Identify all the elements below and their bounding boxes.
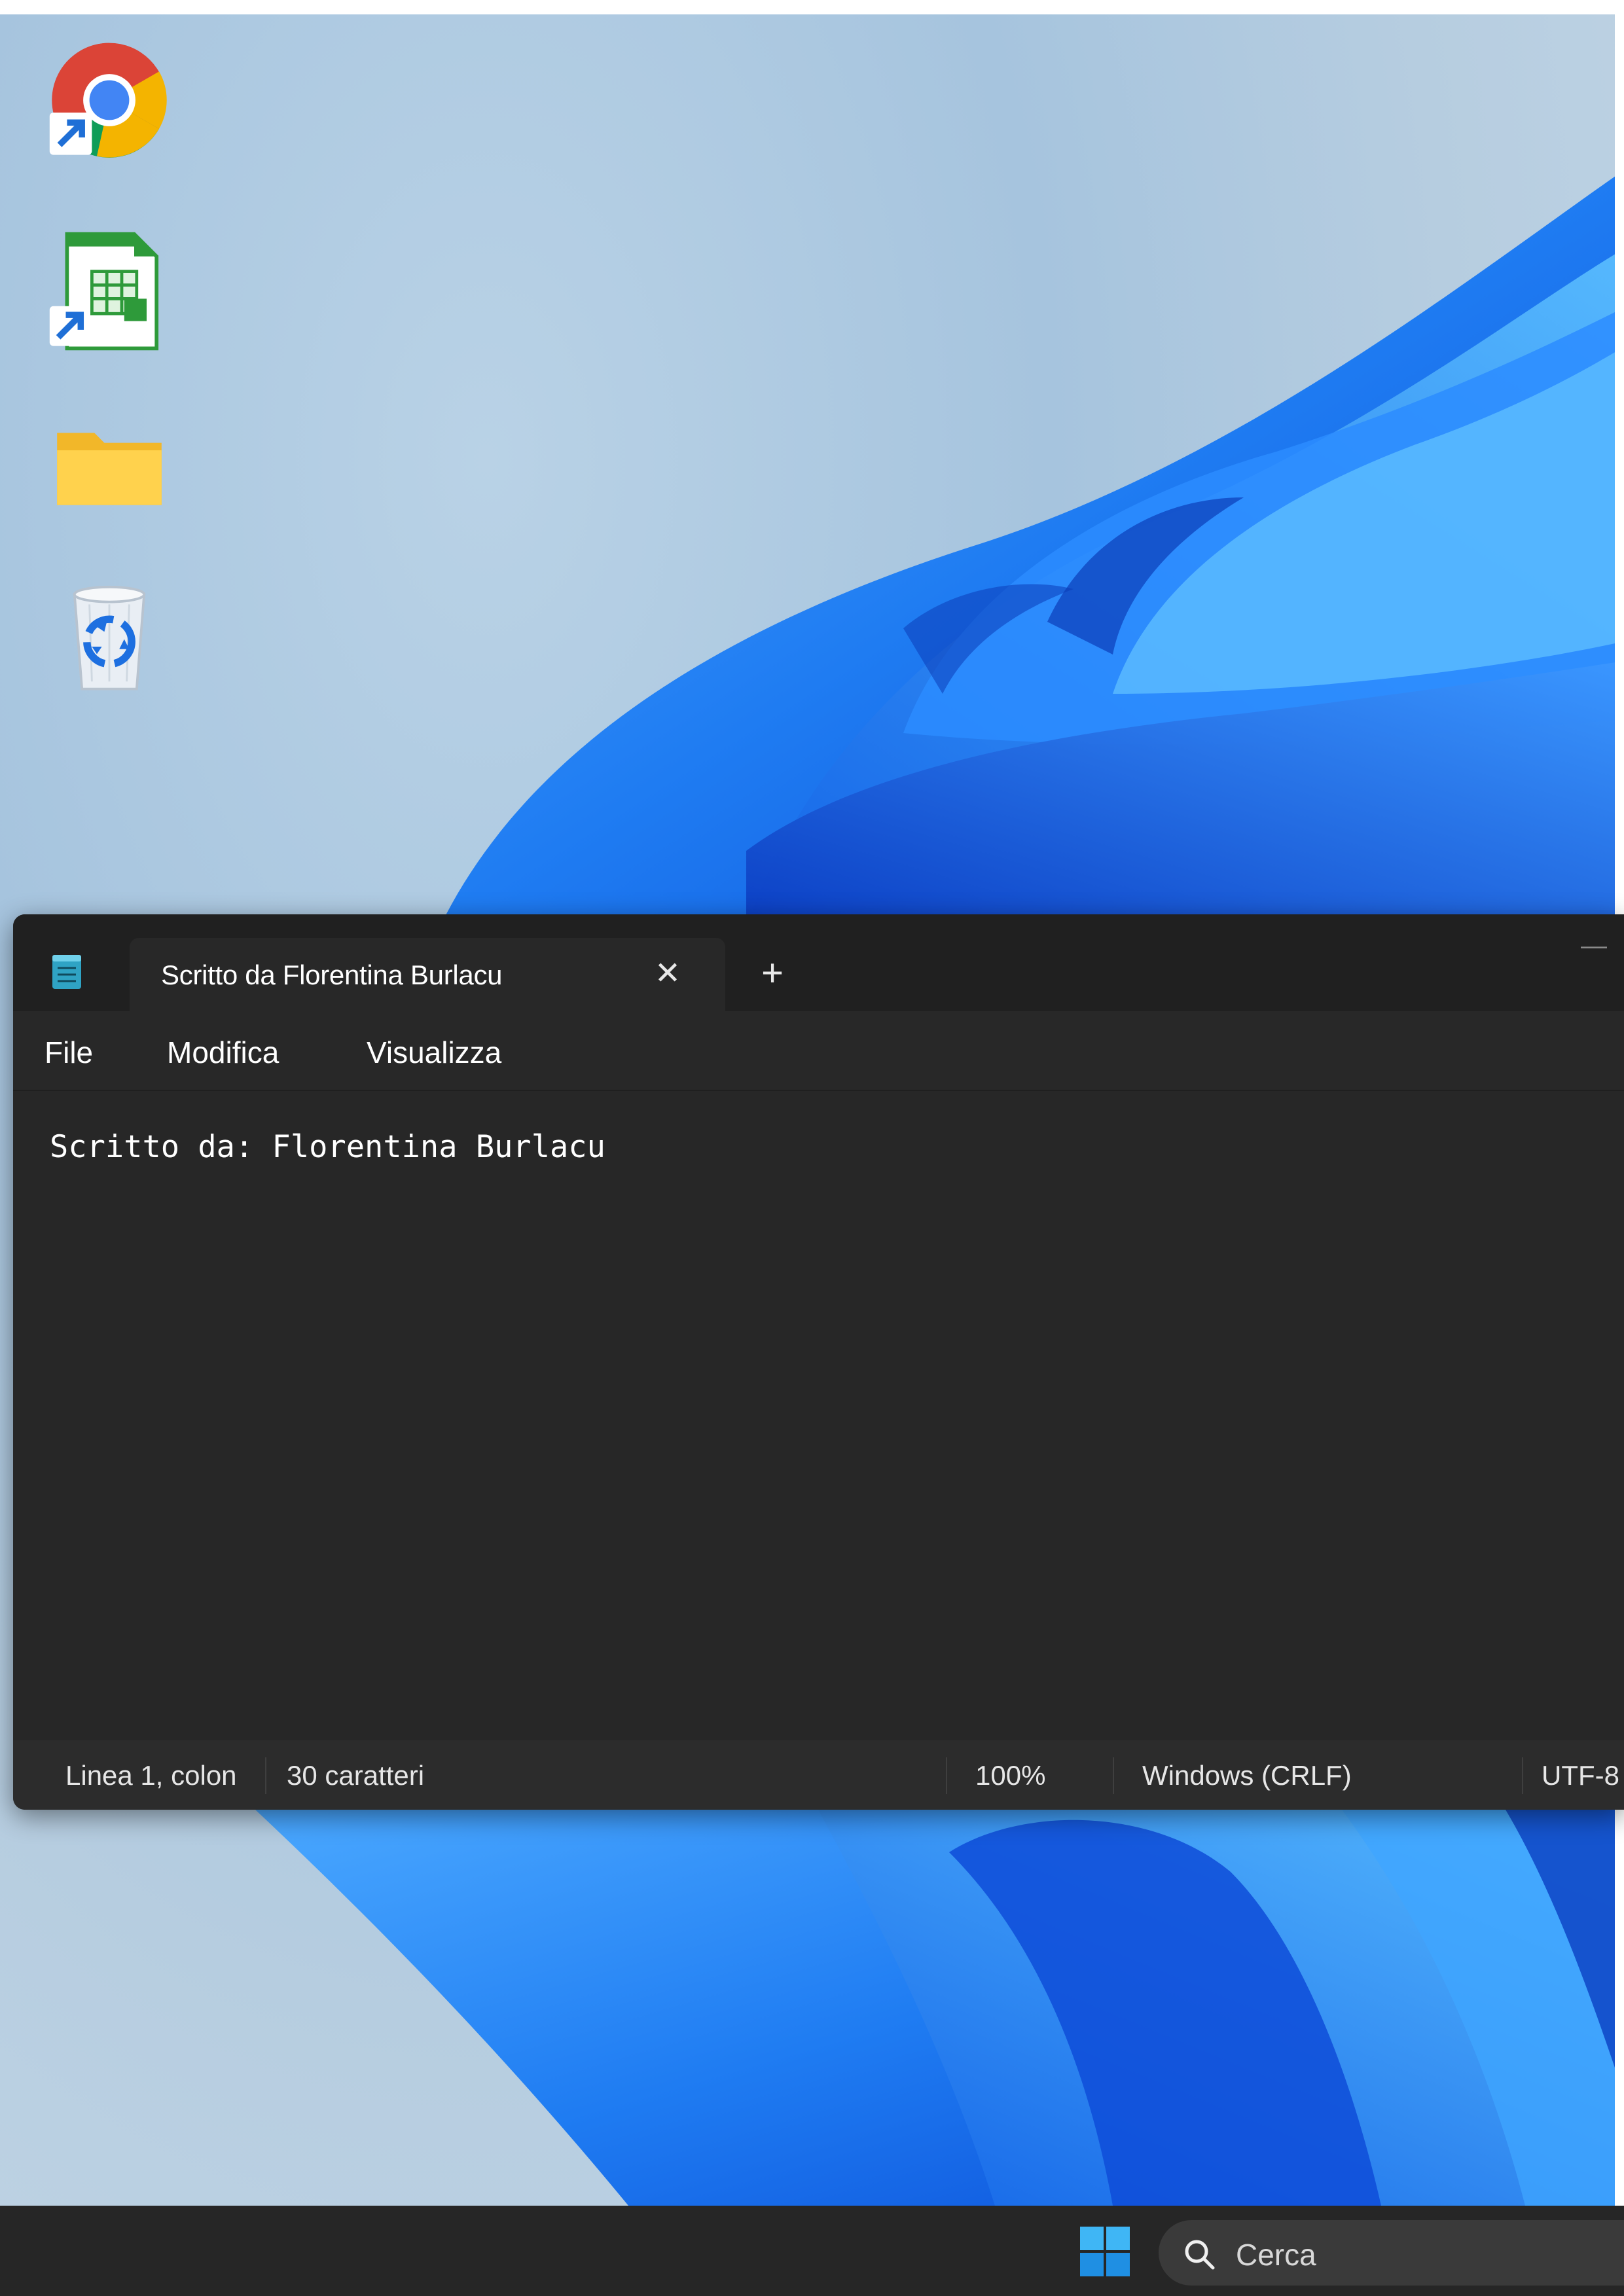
minimize-button[interactable]: —: [1581, 933, 1607, 959]
text-editor[interactable]: Scritto da: Florentina Burlacu: [13, 1091, 1624, 1746]
new-tab-button[interactable]: +: [753, 954, 792, 993]
tab-active[interactable]: Scritto da Florentina Burlacu ✕: [130, 938, 725, 1011]
folder-icon[interactable]: [47, 401, 171, 525]
status-divider: [1113, 1757, 1114, 1794]
status-cursor-position: Linea 1, colon: [65, 1760, 237, 1791]
status-zoom[interactable]: 100%: [975, 1760, 1045, 1791]
screen-top-edge: [0, 0, 1624, 14]
tab-title: Scritto da Florentina Burlacu: [161, 960, 503, 990]
taskbar: Cerca: [0, 2206, 1624, 2296]
windows-logo-icon: [1080, 2227, 1130, 2276]
menu-edit[interactable]: Modifica: [167, 1035, 279, 1070]
notepad-window[interactable]: Scritto da Florentina Burlacu ✕ + — File…: [13, 914, 1624, 1810]
tab-close-icon[interactable]: ✕: [650, 956, 685, 992]
start-button[interactable]: [1080, 2227, 1130, 2276]
search-placeholder: Cerca: [1236, 2238, 1316, 2272]
status-bar: Linea 1, colon 30 caratteri 100% Windows…: [13, 1740, 1624, 1810]
chrome-icon[interactable]: [47, 38, 171, 162]
editor-content[interactable]: Scritto da: Florentina Burlacu: [50, 1129, 605, 1165]
recycle-bin-icon[interactable]: [47, 572, 171, 696]
libreoffice-calc-icon[interactable]: [47, 229, 171, 353]
desktop: Scritto da Florentina Burlacu ✕ + — File…: [0, 0, 1624, 2296]
search-icon: [1185, 2240, 1215, 2270]
status-divider: [265, 1757, 266, 1794]
status-divider: [1522, 1757, 1523, 1794]
menu-bar: File Modifica Visualizza: [13, 1011, 1624, 1091]
status-line-ending[interactable]: Windows (CRLF): [1142, 1760, 1352, 1791]
title-bar[interactable]: Scritto da Florentina Burlacu ✕ + —: [13, 914, 1624, 1011]
status-char-count: 30 caratteri: [287, 1760, 425, 1791]
menu-file[interactable]: File: [45, 1035, 93, 1070]
status-encoding[interactable]: UTF-8: [1542, 1760, 1619, 1791]
notepad-app-icon: [51, 954, 82, 990]
taskbar-search-box[interactable]: Cerca: [1159, 2220, 1624, 2286]
status-divider: [946, 1757, 947, 1794]
menu-view[interactable]: Visualizza: [367, 1035, 501, 1070]
